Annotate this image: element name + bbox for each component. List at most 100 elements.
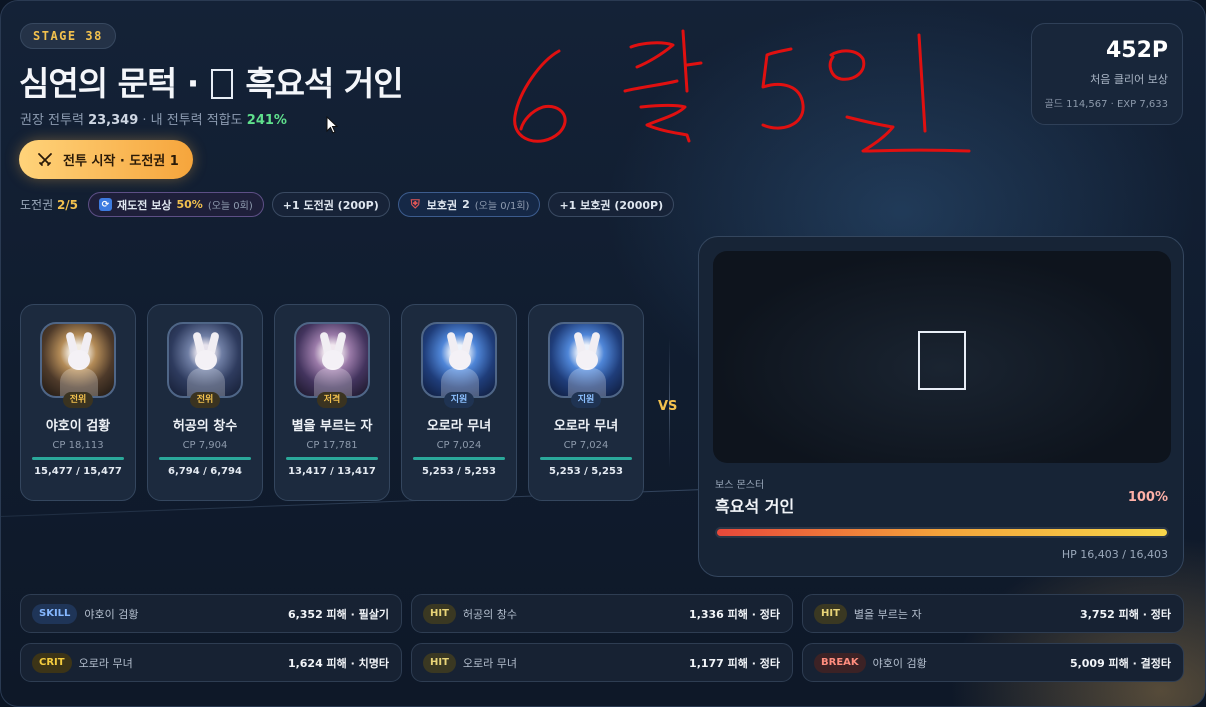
hero-cp: CP 17,781 <box>306 440 358 451</box>
boss-hp-percent: 100% <box>1127 490 1168 505</box>
hero-portrait <box>40 322 116 398</box>
hero-portrait <box>167 322 243 398</box>
log-actor: 별을 부르는 자 <box>853 607 922 621</box>
hero-hp: 13,417 / 13,417 <box>288 466 376 477</box>
log-actor: 야호이 검황 <box>872 656 927 670</box>
shield-note: (오늘 0/1회) <box>474 201 530 212</box>
log-damage: 3,752 피해 · 정타 <box>1080 607 1171 621</box>
log-damage: 1,336 피해 · 정타 <box>689 607 780 621</box>
hero-name: 허공의 창수 <box>172 419 238 434</box>
separator: · <box>138 113 151 128</box>
role-badge: 저격 <box>316 392 348 408</box>
hero-hp: 15,477 / 15,477 <box>34 466 122 477</box>
combat-log: SKILL 야호이 검황 6,352 피해 · 필살기 HIT 허공의 창수 1… <box>20 594 1184 682</box>
fit-label: 내 전투력 적합도 <box>150 113 243 128</box>
boss-hp-bar <box>715 527 1169 538</box>
log-damage: 6,352 피해 · 필살기 <box>287 607 389 621</box>
party-card[interactable]: 저격 별을 부르는 자 CP 17,781 13,417 / 13,417 <box>274 304 390 501</box>
role-badge: 전위 <box>62 392 94 408</box>
log-actor: 허공의 창수 <box>462 607 518 621</box>
log-tag: BREAK <box>814 652 866 673</box>
hero-hp-bar <box>413 457 505 460</box>
recommended-power-value: 23,349 <box>88 113 139 128</box>
reward-detail: 골드 114,567 · EXP 7,633 <box>1044 99 1168 110</box>
party-list: 전위 야호이 검황 CP 18,113 15,477 / 15,477 전위 허… <box>20 304 644 501</box>
crossed-swords-icon <box>38 152 52 166</box>
boss-portrait <box>713 251 1171 463</box>
refresh-icon: ⟳ <box>99 198 113 211</box>
handwritten-date-annotation <box>513 29 971 153</box>
ticket-label: 도전권 <box>20 198 54 212</box>
log-actor: 오로라 무녀 <box>78 656 133 670</box>
role-badge: 전위 <box>189 392 221 408</box>
stage-badge: STAGE 38 <box>20 23 116 49</box>
hero-name: 야호이 검황 <box>45 419 111 434</box>
party-card[interactable]: 전위 허공의 창수 CP 7,904 6,794 / 6,794 <box>147 304 263 501</box>
hero-cp: CP 7,904 <box>182 440 228 451</box>
log-tag: SKILL <box>32 603 78 624</box>
retry-label: 재도전 보상 <box>117 198 172 212</box>
first-clear-reward-panel: 452P 처음 클리어 보상 골드 114,567 · EXP 7,633 <box>1031 23 1183 125</box>
missing-glyph-icon <box>210 69 233 99</box>
hero-cp: CP 18,113 <box>52 440 104 451</box>
log-tag: CRIT <box>32 652 72 673</box>
shield-icon: ⛨ <box>410 197 420 211</box>
hero-portrait <box>548 322 624 398</box>
retry-value: 50% <box>176 198 203 211</box>
party-card[interactable]: 전위 야호이 검황 CP 18,113 15,477 / 15,477 <box>20 304 136 501</box>
log-entry: HIT 별을 부르는 자 3,752 피해 · 정타 <box>802 594 1184 633</box>
missing-glyph-icon <box>918 331 966 390</box>
log-damage: 5,009 피해 · 결정타 <box>1069 656 1171 670</box>
log-actor: 야호이 검황 <box>84 607 139 621</box>
hero-hp-bar <box>286 457 378 460</box>
buy-shield-button[interactable]: +1 보호권 (2000P) <box>548 192 675 217</box>
retry-reward-badge[interactable]: ⟳ 재도전 보상 50% (오늘 0회) <box>88 192 264 217</box>
boss-name: 흑요석 거인 <box>715 497 795 516</box>
hero-portrait <box>421 322 497 398</box>
log-damage: 1,177 피해 · 정타 <box>689 656 780 670</box>
title-boss-name: 흑요석 거인 <box>245 64 403 103</box>
hero-hp-bar <box>540 457 632 460</box>
hero-hp: 5,253 / 5,253 <box>422 466 496 477</box>
hero-name: 오로라 무녀 <box>426 419 492 434</box>
start-battle-button[interactable]: 전투 시작 · 도전권 1 <box>19 140 193 179</box>
role-badge: 지원 <box>443 392 475 408</box>
party-card[interactable]: 지원 오로라 무녀 CP 7,024 5,253 / 5,253 <box>401 304 517 501</box>
shield-badge[interactable]: ⛨ 보호권 2 (오늘 0/1회) <box>397 192 541 217</box>
log-entry: HIT 오로라 무녀 1,177 피해 · 정타 <box>411 643 793 682</box>
game-screen: STAGE 38 심연의 문턱 · 흑요석 거인 권장 전투력 23,349 ·… <box>0 0 1206 707</box>
role-badge: 지원 <box>570 392 602 408</box>
hero-name: 오로라 무녀 <box>553 419 619 434</box>
log-actor: 오로라 무녀 <box>462 656 518 670</box>
log-tag: HIT <box>423 603 456 624</box>
vs-label: VS <box>658 399 678 414</box>
retry-note: (오늘 0회) <box>207 201 253 212</box>
log-entry: CRIT 오로라 무녀 1,624 피해 · 치명타 <box>20 643 402 682</box>
hero-name: 별을 부르는 자 <box>291 419 373 434</box>
hero-hp-bar <box>32 457 124 460</box>
hero-cp: CP 7,024 <box>436 440 482 451</box>
recommended-power-label: 권장 전투력 <box>20 113 84 128</box>
party-card[interactable]: 지원 오로라 무녀 CP 7,024 5,253 / 5,253 <box>528 304 644 501</box>
log-entry: HIT 허공의 창수 1,336 피해 · 정타 <box>411 594 793 633</box>
hero-portrait <box>294 322 370 398</box>
boss-hp-text: HP 16,403 / 16,403 <box>1061 548 1168 561</box>
title-prefix: 심연의 문턱 · <box>19 64 209 103</box>
reward-points: 452P <box>1105 38 1168 63</box>
boss-label: 보스 몬스터 <box>715 480 765 491</box>
buy-ticket-button[interactable]: +1 도전권 (200P) <box>271 192 390 217</box>
stage-title: 심연의 문턱 · 흑요석 거인 <box>19 57 404 105</box>
hero-hp: 6,794 / 6,794 <box>168 466 242 477</box>
shield-value: 2 <box>462 198 470 211</box>
start-battle-label: 전투 시작 · 도전권 1 <box>63 154 179 169</box>
ticket-row: 도전권 2/5 ⟳ 재도전 보상 50% (오늘 0회) +1 도전권 (200… <box>20 192 675 217</box>
boss-panel[interactable]: 보스 몬스터 흑요석 거인 100% HP 16,403 / 16,403 <box>698 236 1184 577</box>
log-tag: HIT <box>423 652 456 673</box>
fit-value: 241% <box>246 113 287 128</box>
log-entry: BREAK 야호이 검황 5,009 피해 · 결정타 <box>802 643 1184 682</box>
boss-hp-fill <box>717 529 1167 536</box>
shield-label: 보호권 <box>426 198 458 212</box>
power-info: 권장 전투력 23,349 · 내 전투력 적합도 241% <box>20 109 287 128</box>
ticket-count-value: 2/5 <box>56 198 79 212</box>
hero-hp-bar <box>159 457 251 460</box>
